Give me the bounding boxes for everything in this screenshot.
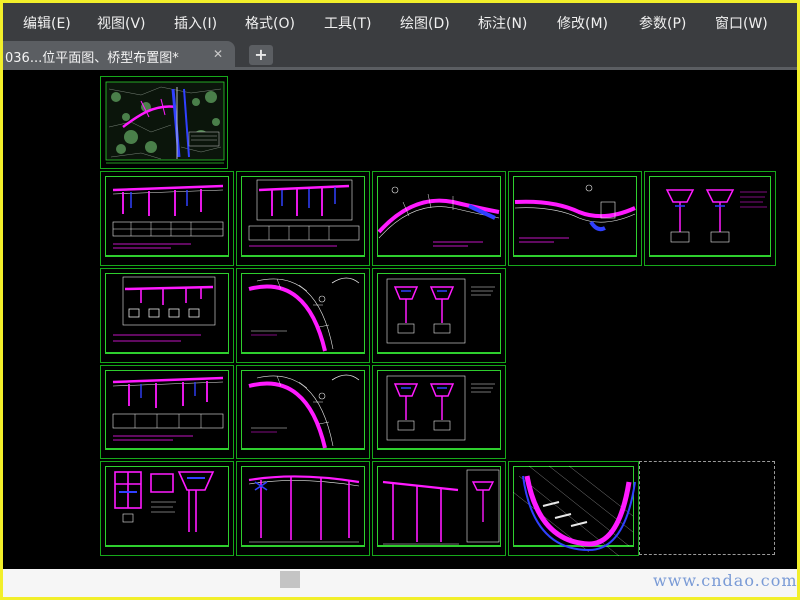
- arc-plan-drawing: [512, 465, 636, 557]
- drawing-sheet-arc-plan[interactable]: [508, 461, 639, 557]
- menu-tools[interactable]: 工具(T): [324, 13, 371, 33]
- application-window: 编辑(E) 视图(V) 插入(I) 格式(O) 工具(T) 绘图(D) 标注(N…: [3, 3, 797, 597]
- new-tab-button[interactable]: +: [249, 45, 273, 65]
- tall-elevation-drawing: [248, 475, 360, 543]
- menu-edit[interactable]: 编辑(E): [23, 13, 71, 33]
- watermark-text: www.cndao.com: [653, 571, 797, 590]
- bridge-elevation-drawing: [112, 184, 224, 249]
- empty-sheet-placeholder[interactable]: [639, 461, 775, 555]
- menu-bar: 编辑(E) 视图(V) 插入(I) 格式(O) 工具(T) 绘图(D) 标注(N…: [3, 3, 797, 41]
- drawing-sheet-elevation[interactable]: [100, 171, 234, 266]
- drawing-sheet-tall-elevation[interactable]: [372, 461, 506, 556]
- close-icon[interactable]: ✕: [213, 47, 223, 61]
- bridge-elevation-drawing: [248, 179, 360, 247]
- menu-insert[interactable]: 插入(I): [174, 13, 217, 33]
- curve-plan-drawing: [377, 186, 500, 247]
- curve-plan-drawing: [248, 374, 360, 449]
- document-tab-bar: 036...位平面图、桥型布置图* ✕ +: [3, 41, 797, 69]
- bridge-elevation-drawing: [113, 276, 216, 342]
- drawing-sheet-pier-detail[interactable]: [100, 461, 234, 556]
- drawing-sheet-cross-section[interactable]: [372, 365, 506, 459]
- menu-dimension[interactable]: 标注(N): [478, 13, 527, 33]
- menu-draw[interactable]: 绘图(D): [400, 13, 450, 33]
- cross-section-drawing: [665, 189, 767, 243]
- drawing-sheet-curve-plan[interactable]: [508, 171, 642, 266]
- menu-view[interactable]: 视图(V): [97, 13, 146, 33]
- menu-window[interactable]: 窗口(W): [715, 13, 768, 33]
- site-plan-drawing: [105, 81, 225, 164]
- drawing-sheet-curve-plan[interactable]: [236, 268, 370, 363]
- menu-parameters[interactable]: 参数(P): [639, 13, 686, 33]
- document-tab[interactable]: 036...位平面图、桥型布置图* ✕: [3, 41, 235, 69]
- drawing-sheet-elevation[interactable]: [236, 171, 370, 266]
- menu-modify[interactable]: 修改(M): [557, 13, 608, 33]
- drawing-sheet-cross-section[interactable]: [644, 171, 776, 266]
- menu-format[interactable]: 格式(O): [245, 13, 295, 33]
- cross-section-drawing: [386, 375, 495, 441]
- bridge-elevation-drawing: [112, 376, 224, 441]
- curve-plan-drawing: [248, 277, 360, 352]
- scrollbar-thumb[interactable]: [280, 571, 300, 588]
- drawing-sheet-cross-section[interactable]: [372, 268, 506, 363]
- document-tab-label: 036...位平面图、桥型布置图*: [5, 51, 179, 66]
- drawing-sheet-curve-plan[interactable]: [236, 365, 370, 459]
- curve-plan-drawing: [514, 184, 636, 243]
- drawing-canvas[interactable]: [3, 70, 797, 569]
- drawing-sheet-tall-elevation[interactable]: [236, 461, 370, 556]
- drawing-sheet-curve-plan[interactable]: [372, 171, 506, 266]
- drawing-sheet-elevation[interactable]: [100, 365, 234, 459]
- pier-detail-drawing: [114, 471, 215, 532]
- window-bottom-edge: [3, 589, 797, 597]
- cross-section-drawing: [386, 278, 495, 344]
- drawing-sheet-site-plan[interactable]: [100, 76, 228, 169]
- tall-elevation-drawing: [382, 469, 500, 545]
- drawing-sheet-elevation[interactable]: [100, 268, 234, 363]
